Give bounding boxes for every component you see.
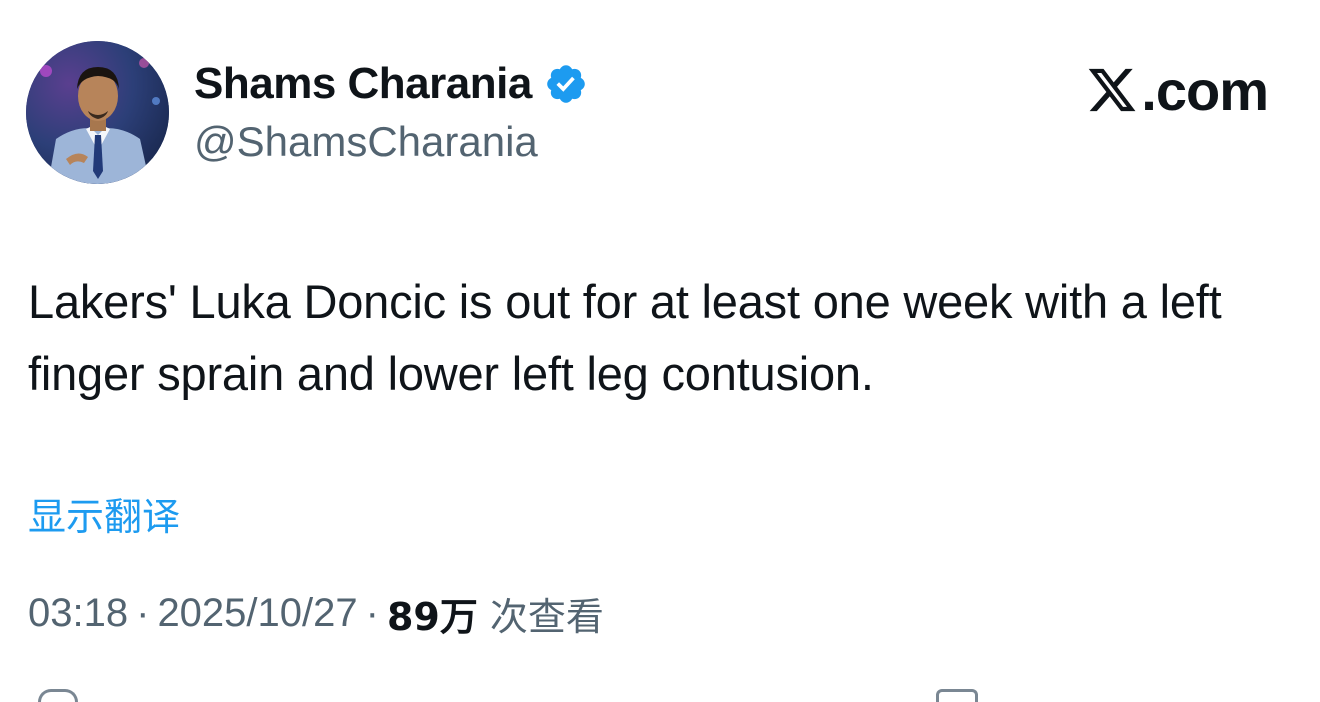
bookmark-icon[interactable]	[936, 689, 978, 702]
avatar[interactable]	[26, 41, 169, 184]
author-display-name[interactable]: Shams Charania	[194, 59, 532, 109]
x-logo-icon	[1085, 64, 1139, 116]
views-count: 89万	[386, 594, 478, 639]
brand-logo: .com	[1085, 58, 1269, 122]
author-name-row: Shams Charania	[194, 58, 588, 110]
meta-separator: ·	[136, 590, 150, 635]
action-bar-peek	[0, 686, 1320, 702]
tweet-time[interactable]: 03:18	[28, 591, 128, 636]
tweet-card: Shams Charania @ShamsCharania .com Laker…	[0, 0, 1320, 702]
show-translation-link[interactable]: 显示翻译	[28, 486, 180, 541]
views-label: 次查看	[489, 594, 604, 639]
author-handle[interactable]: @ShamsCharania	[194, 118, 538, 166]
tweet-meta: 03:18 · 2025/10/27 · 89万 次查看	[28, 586, 604, 640]
tweet-text: Lakers' Luka Doncic is out for at least …	[28, 275, 1222, 400]
reply-icon[interactable]	[38, 689, 78, 702]
verified-badge-icon[interactable]	[544, 62, 588, 106]
meta-separator: ·	[365, 590, 379, 635]
tweet-date[interactable]: 2025/10/27	[157, 591, 357, 636]
brand-text: .com	[1141, 58, 1269, 122]
